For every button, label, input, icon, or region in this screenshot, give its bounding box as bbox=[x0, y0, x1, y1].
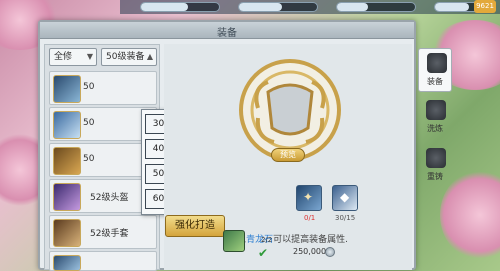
helmet-icon bbox=[53, 183, 81, 211]
equipment-emblem bbox=[239, 59, 341, 161]
resource-bar-1 bbox=[140, 2, 220, 12]
scroll-icon: ✦ bbox=[303, 190, 314, 204]
armor-piece-icon: ◆ bbox=[340, 190, 350, 204]
resource-bar-3 bbox=[336, 2, 416, 12]
list-item[interactable] bbox=[49, 251, 157, 271]
list-item-label: 50 bbox=[83, 82, 95, 92]
forge-stone-slot[interactable] bbox=[223, 230, 245, 252]
preview-button[interactable]: 预览 bbox=[271, 148, 305, 162]
tab-equipment[interactable]: 装备 bbox=[418, 48, 452, 92]
gauntlet-icon bbox=[53, 219, 81, 247]
boots-icon bbox=[53, 255, 81, 271]
list-item-label: 50 bbox=[83, 118, 95, 128]
armor-icon bbox=[53, 111, 81, 139]
list-item-label: 52级头盔 bbox=[90, 193, 129, 203]
list-item-label: 52级手套 bbox=[90, 229, 129, 239]
window-title: 装备 bbox=[217, 28, 237, 39]
category-dropdown[interactable]: 全修 ▼ bbox=[49, 48, 97, 66]
recast-tab-icon bbox=[426, 148, 446, 168]
resource-bar: 9621 bbox=[120, 0, 500, 14]
tab-wash-label: 洗炼 bbox=[427, 124, 443, 133]
title-bar: 装备 bbox=[40, 22, 414, 39]
list-item-label: 50 bbox=[83, 154, 95, 164]
forge-button[interactable]: 强化打造 bbox=[165, 215, 225, 237]
chevron-down-icon: ▼ bbox=[86, 52, 93, 61]
silver-coin-icon bbox=[325, 247, 335, 257]
tab-equipment-label: 装备 bbox=[427, 77, 443, 86]
wash-tab-icon bbox=[426, 100, 446, 120]
game-screen: 9621 装备 全修 ▼ 50级装备 ▲ 50 50 50 52级头盔 52级手… bbox=[0, 0, 500, 271]
hint-text-post: 可以提高装备属性. bbox=[273, 235, 348, 245]
armor-tab-icon bbox=[427, 53, 447, 73]
chevron-up-icon: ▲ bbox=[146, 52, 153, 61]
level-dropdown-value: 50级装备 bbox=[106, 52, 145, 62]
category-dropdown-value: 全修 bbox=[54, 52, 73, 62]
tab-recast[interactable]: 重铸 bbox=[418, 144, 452, 188]
checkmark-icon[interactable]: ✔ bbox=[258, 247, 272, 259]
spear-icon bbox=[53, 75, 81, 103]
side-tabs: 装备 洗炼 重铸 bbox=[418, 48, 452, 198]
leggings-icon bbox=[53, 147, 81, 175]
list-item[interactable]: 50 bbox=[49, 71, 157, 105]
top-badge[interactable]: 9621 bbox=[474, 0, 496, 13]
stone-count: 2/2 bbox=[261, 236, 273, 244]
scroll-count: 0/1 bbox=[304, 214, 316, 222]
material-slot-armor[interactable]: ◆ bbox=[332, 185, 358, 211]
level-dropdown[interactable]: 50级装备 ▲ bbox=[101, 48, 157, 66]
armor-count: 30/15 bbox=[335, 214, 356, 222]
resource-bar-2 bbox=[238, 2, 318, 12]
tab-wash[interactable]: 洗炼 bbox=[418, 96, 452, 140]
equipment-list-panel: 全修 ▼ 50级装备 ▲ 50 50 50 52级头盔 52级手套 bbox=[44, 44, 203, 271]
tab-recast-label: 重铸 bbox=[427, 172, 443, 181]
list-item[interactable]: 52级手套 bbox=[49, 215, 157, 249]
cost-value: 250,000 bbox=[293, 247, 327, 256]
material-slot-scroll[interactable]: ✦ bbox=[296, 185, 322, 211]
